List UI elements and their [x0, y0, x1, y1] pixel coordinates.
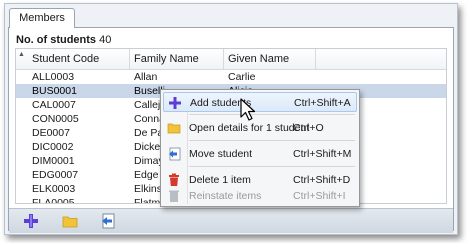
menu-item-shortcut: Ctrl+Shift+A — [294, 97, 351, 109]
menu-separator — [189, 140, 355, 141]
grid-header: ▲ Student Code Family Name Given Name — [16, 49, 446, 70]
column-given-name[interactable]: Given Name — [224, 49, 316, 69]
table-row[interactable]: ALL0003 Allan Carlie — [16, 70, 446, 84]
add-icon — [169, 97, 181, 109]
bottom-toolbar — [9, 208, 453, 233]
cell-student-code: EDG0007 — [32, 169, 79, 181]
trash-icon — [169, 173, 179, 186]
cell-student-code: DIC0002 — [32, 141, 74, 153]
menu-separator — [189, 166, 355, 167]
menu-separator — [189, 114, 355, 115]
folder-icon — [167, 123, 181, 134]
cell-student-code: BUS0001 — [32, 85, 77, 97]
menu-item-label: Reinstate items — [189, 190, 262, 202]
add-icon — [24, 214, 38, 228]
cell-family-name: Allan — [134, 71, 158, 83]
menu-item-label: Move student — [189, 148, 253, 160]
student-count-label: No. of students — [16, 34, 97, 46]
cell-student-code: FLA0005 — [32, 197, 75, 204]
menu-item-reinstate[interactable]: Reinstate items Ctrl+Shift+I — [163, 186, 357, 206]
context-menu: Add students Ctrl+Shift+A Open details f… — [160, 89, 360, 207]
student-count-value: 40 — [99, 34, 112, 46]
cell-student-code: CON0005 — [32, 113, 79, 125]
column-student-code[interactable]: Student Code — [28, 49, 130, 69]
menu-item-shortcut: Ctrl+O — [293, 122, 324, 134]
move-icon — [169, 147, 181, 161]
student-count: No. of students 40 — [16, 34, 111, 46]
cell-student-code: CAL0007 — [32, 99, 76, 111]
menu-item-add-students[interactable]: Add students Ctrl+Shift+A — [163, 92, 357, 112]
mouse-cursor-icon — [240, 98, 256, 121]
sort-icon[interactable]: ▲ — [18, 51, 25, 58]
open-details-button[interactable] — [61, 212, 79, 230]
cell-student-code: DE0007 — [32, 127, 70, 139]
move-icon — [102, 213, 115, 229]
cell-student-code: DIM0001 — [32, 155, 75, 167]
reinstate-icon — [169, 190, 179, 202]
menu-item-move-student[interactable]: Move student Ctrl+Shift+M — [163, 144, 357, 164]
move-student-button[interactable] — [99, 212, 117, 230]
cell-student-code: ELK0003 — [32, 183, 76, 195]
cell-given-name: Carlie — [228, 71, 256, 83]
tab-members[interactable]: Members — [9, 8, 75, 28]
add-students-button[interactable] — [22, 212, 40, 230]
column-family-name[interactable]: Family Name — [130, 49, 224, 69]
menu-item-shortcut: Ctrl+Shift+M — [293, 148, 352, 160]
folder-icon — [62, 216, 78, 228]
menu-item-open-details[interactable]: Open details for 1 student Ctrl+O — [163, 118, 357, 138]
menu-item-shortcut: Ctrl+Shift+I — [293, 190, 346, 202]
cell-student-code: ALL0003 — [32, 71, 75, 83]
